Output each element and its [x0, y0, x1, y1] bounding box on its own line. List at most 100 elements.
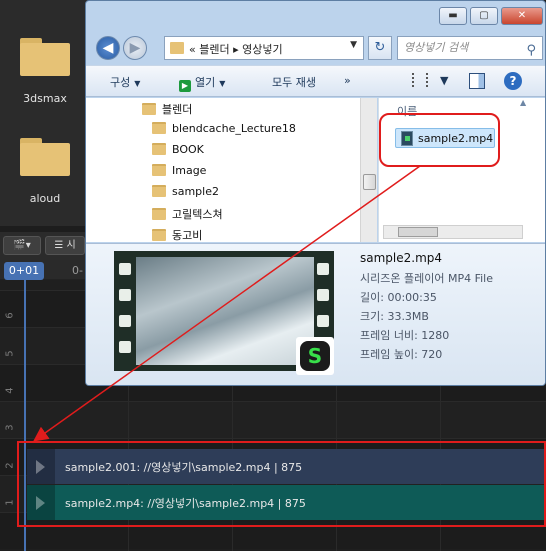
- folder-icon: [20, 138, 70, 176]
- detail-length: 길이: 00:00:35: [360, 291, 437, 304]
- ruler-tick-label: 0-: [72, 264, 83, 277]
- sort-arrow-icon: ▲: [520, 98, 527, 107]
- detail-size: 크기: 33.3MB: [360, 310, 429, 323]
- film-sprocket: [119, 341, 131, 353]
- tree-item-folder[interactable]: 블렌더: [142, 101, 192, 117]
- select-menu-button[interactable]: ☰ 시: [45, 236, 85, 255]
- address-row: ◀ ▶ « 블렌더 ▸ 영상넣기 ▼ ↻ 영상넣기 검색 ⚲: [86, 32, 545, 62]
- search-icon[interactable]: ⚲: [526, 40, 536, 62]
- folder-icon: [152, 122, 166, 134]
- play-all-button[interactable]: 모두 재생: [272, 74, 316, 90]
- back-button[interactable]: ◀: [96, 36, 120, 60]
- folder-icon: [152, 164, 166, 176]
- open-label: 열기: [195, 76, 216, 89]
- film-sprocket: [119, 263, 131, 275]
- refresh-button[interactable]: ↻: [368, 36, 392, 60]
- scroll-thumb[interactable]: [398, 227, 438, 237]
- select-menu-label: 시: [66, 240, 76, 251]
- folder-icon: [20, 38, 70, 76]
- channel-number: 5: [4, 350, 16, 357]
- detail-file-name: sample2.mp4: [360, 251, 443, 265]
- chevron-down-icon[interactable]: ▼: [350, 40, 357, 50]
- current-frame-indicator[interactable]: 0+01: [4, 262, 44, 280]
- clapper-icon: 🎬▾: [13, 240, 31, 251]
- address-path: « 블렌더 ▸ 영상넣기: [189, 43, 283, 56]
- chevron-down-icon: ▼: [440, 74, 449, 87]
- folder-icon: [152, 229, 166, 241]
- minimize-button[interactable]: ▬: [439, 7, 467, 25]
- tree-item-folder[interactable]: sample2: [152, 185, 219, 198]
- folder-item-aloud[interactable]: aloud: [6, 138, 84, 205]
- tree-item-folder[interactable]: BOOK: [152, 143, 204, 156]
- highlight-box-source-file: [379, 113, 500, 167]
- tree-item-folder[interactable]: blendcache_Lecture18: [152, 122, 296, 135]
- help-icon[interactable]: ?: [504, 72, 522, 90]
- editor-type-button[interactable]: 🎬▾: [3, 236, 41, 255]
- video-frame-preview: [136, 257, 314, 365]
- organize-label: 구성: [110, 76, 131, 89]
- film-sprocket: [119, 315, 131, 327]
- folder-icon: [142, 103, 156, 115]
- series-on-logo-icon: S: [300, 341, 330, 371]
- tree-item-folder[interactable]: 동고비: [152, 227, 202, 243]
- organize-button[interactable]: 구성 ▼: [110, 74, 140, 90]
- search-placeholder: 영상넣기 검색: [404, 41, 469, 54]
- nav-scrollbar[interactable]: [360, 98, 377, 242]
- folder-icon: [152, 143, 166, 155]
- list-icon: ☰: [54, 240, 64, 251]
- video-thumbnail: S: [114, 251, 334, 375]
- file-explorer-window: ▬ ▢ ✕ ◀ ▶ « 블렌더 ▸ 영상넣기 ▼ ↻ 영상넣기 검색 ⚲ 구성 ▼…: [85, 0, 546, 386]
- tree-item-folder[interactable]: 고릴텍스쳐: [152, 206, 223, 222]
- play-icon: ▶: [179, 80, 191, 92]
- tree-item-label: Image: [172, 164, 207, 177]
- maximize-button[interactable]: ▢: [470, 7, 498, 25]
- film-sprocket: [317, 289, 329, 301]
- back-arrow-icon: ◀: [102, 40, 114, 56]
- detail-frame-height: 프레임 높이: 720: [360, 348, 443, 361]
- command-bar: 구성 ▼ ▶ 열기 ▼ 모두 재생 » ▼ ?: [86, 65, 545, 97]
- horizontal-scrollbar[interactable]: [383, 225, 523, 239]
- details-pane: S sample2.mp4 시리즈온 플레이어 MP4 File 길이: 00:…: [86, 243, 545, 385]
- scroll-thumb[interactable]: [363, 174, 376, 190]
- film-sprocket: [317, 263, 329, 275]
- tree-item-folder[interactable]: Image: [152, 164, 206, 177]
- refresh-icon: ↻: [374, 40, 386, 55]
- open-button[interactable]: ▶ 열기 ▼: [179, 74, 225, 92]
- tree-item-label: BOOK: [172, 143, 204, 156]
- channel-number: 3: [4, 424, 16, 431]
- blender-file-browser: 3dsmax aloud: [0, 0, 88, 226]
- preview-pane-icon[interactable]: [469, 73, 485, 89]
- folder-icon: [170, 42, 184, 54]
- channel-number: 2: [4, 462, 16, 469]
- film-sprocket: [119, 289, 131, 301]
- tree-item-label: 블렌더: [162, 103, 193, 116]
- channel-number: 1: [4, 499, 16, 506]
- tree-item-label: blendcache_Lecture18: [172, 122, 296, 135]
- navigation-pane[interactable]: 블렌더 blendcache_Lecture18 BOOK Image samp…: [86, 98, 376, 242]
- folder-item-3dsmax[interactable]: 3dsmax: [6, 38, 84, 105]
- view-options-icon[interactable]: [412, 73, 428, 87]
- channel-number: 4: [4, 387, 16, 394]
- film-sprocket: [317, 315, 329, 327]
- folder-icon: [152, 185, 166, 197]
- chevron-down-icon: ▼: [134, 79, 141, 88]
- channel-number: 6: [4, 312, 16, 319]
- more-commands-button[interactable]: »: [344, 74, 351, 87]
- forward-button[interactable]: ▶: [123, 36, 147, 60]
- folder-icon: [152, 208, 166, 220]
- search-input[interactable]: 영상넣기 검색 ⚲: [397, 36, 543, 60]
- channel-row-3: [0, 401, 546, 438]
- address-bar[interactable]: « 블렌더 ▸ 영상넣기 ▼: [164, 36, 364, 60]
- folder-label: aloud: [29, 192, 61, 205]
- highlight-box-strips: [17, 441, 546, 527]
- view-options-dropdown[interactable]: ▼: [440, 74, 448, 87]
- player-app-badge: S: [296, 337, 334, 375]
- title-bar[interactable]: ▬ ▢ ✕: [86, 1, 545, 31]
- close-button[interactable]: ✕: [501, 7, 543, 25]
- tree-item-label: sample2: [172, 185, 219, 198]
- detail-file-type: 시리즈온 플레이어 MP4 File: [360, 272, 493, 285]
- tree-item-label: 동고비: [172, 229, 203, 242]
- sequencer-header: 🎬▾ ☰ 시: [0, 232, 90, 260]
- detail-frame-width: 프레임 너비: 1280: [360, 329, 450, 342]
- folder-label: 3dsmax: [23, 92, 67, 105]
